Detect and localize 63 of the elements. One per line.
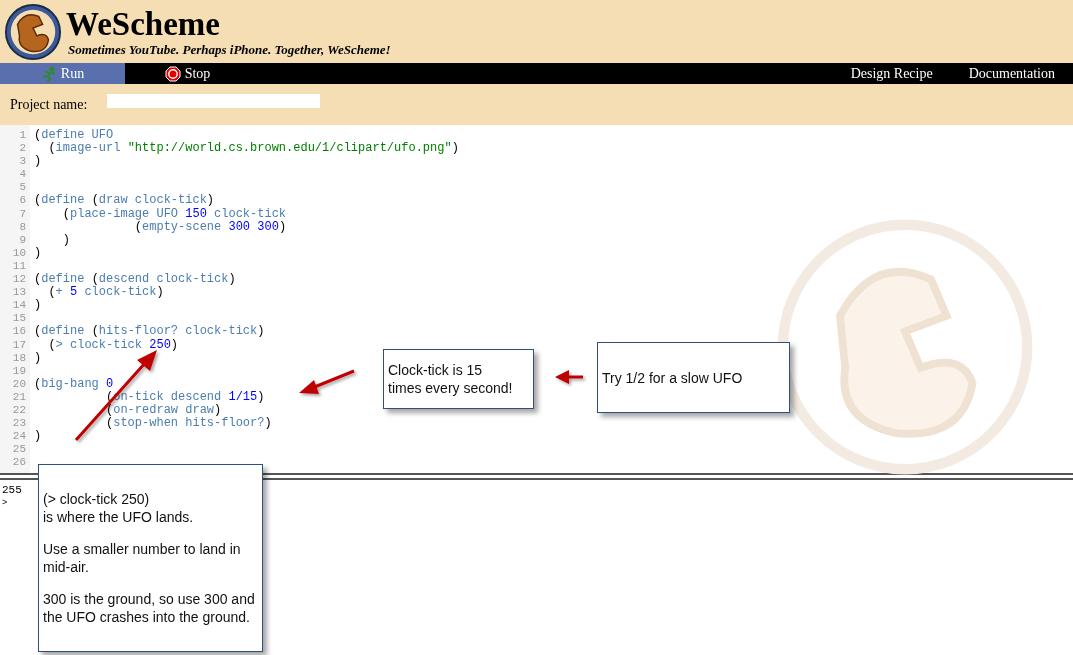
run-button[interactable]: Run (0, 63, 125, 84)
code-line: (empty-scene 300 300) (134, 219, 287, 234)
line-number: 5 (18, 181, 26, 195)
line-number: 16 (11, 325, 26, 339)
callout-text: Use a smaller number to land in mid-air. (43, 540, 242, 576)
code-line: (define (draw clock-tick) (34, 193, 215, 208)
line-number: 17 (11, 338, 26, 352)
code-line: ) (61, 232, 70, 247)
running-figure-icon (40, 65, 57, 82)
callout-text: Clock-tick is 15 times every second! (388, 361, 514, 397)
line-number: 6 (18, 194, 26, 208)
code-line: (on-redraw draw) (105, 402, 222, 417)
code-line: (image-url "http://world.cs.brown.edu/1/clipart/ufo.png") (47, 141, 459, 156)
project-name-label: Project name: (10, 96, 88, 113)
line-number: 22 (11, 403, 26, 418)
line-number: 1 (18, 129, 26, 143)
line-number: 18 (11, 351, 26, 365)
repl-prompt: > (2, 498, 8, 508)
line-number: 11 (11, 259, 26, 274)
line-number: 12 (11, 273, 26, 287)
code-line: ) (34, 429, 42, 444)
repl-output: 255 (2, 484, 22, 496)
line-number: 2 (18, 142, 26, 156)
toolbar-link[interactable]: Documentation (950, 63, 1073, 84)
line-number: 26 (11, 456, 26, 470)
code-line: (place-image UFO 150 clock-tick (61, 206, 287, 221)
stop-button[interactable]: Stop (125, 63, 250, 84)
line-number: 23 (11, 417, 26, 431)
line-number: 21 (11, 390, 26, 404)
code-line: ) (34, 154, 42, 169)
code-line: (define (hits-floor? clock-tick) (34, 324, 265, 339)
toolbar-link[interactable]: Design Recipe (832, 63, 951, 84)
code-line: (big-bang 0 (34, 376, 114, 391)
line-number: 20 (11, 377, 26, 391)
code-line: (+ 5 clock-tick) (47, 285, 164, 300)
line-number: 19 (11, 364, 26, 378)
code-line: (define (descend clock-tick) (34, 272, 236, 287)
code-line: ) (34, 350, 42, 365)
line-number: 9 (18, 233, 26, 247)
code-line: ) (34, 298, 42, 313)
line-number: 8 (18, 220, 26, 234)
line-number: 7 (18, 207, 26, 221)
line-number: 14 (11, 299, 26, 313)
callout-text: 300 is the ground, so use 300 and the UFO crashes into the ground. (43, 590, 256, 626)
line-number: 24 (11, 430, 26, 444)
project-name-field[interactable] (107, 93, 321, 108)
line-number: 13 (11, 286, 26, 300)
stop-sign-icon (164, 65, 181, 82)
arrow (299, 369, 355, 394)
code-line: (stop-when hits-floor?) (105, 416, 272, 431)
line-number: 4 (18, 168, 26, 182)
line-number: 3 (18, 155, 26, 169)
app-tagline: Sometimes YouTube. Perhaps iPhone. Together, WeScheme! (68, 41, 391, 58)
line-number: 25 (11, 443, 26, 457)
app-title: WeScheme (66, 5, 221, 42)
code-line: (define UFO (34, 128, 114, 142)
code-line: (> clock-tick 250) (47, 337, 179, 352)
callout-text: Try 1/2 for a slow UFO (602, 368, 744, 387)
arrow (555, 370, 583, 384)
callout-text: (> clock-tick 250) is where the UFO lands. (43, 490, 195, 526)
line-number: 10 (11, 246, 26, 260)
line-number: 15 (11, 312, 26, 326)
code-line: ) (34, 245, 42, 260)
